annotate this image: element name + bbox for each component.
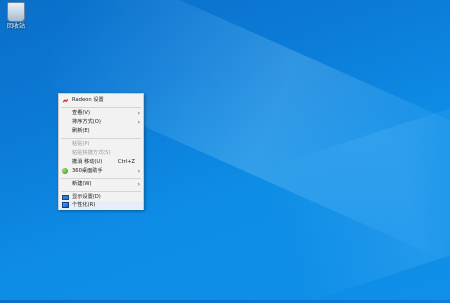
personalize-icon bbox=[62, 202, 69, 208]
menu-item-label: 新建(W) bbox=[72, 181, 92, 187]
menu-separator bbox=[61, 138, 141, 139]
display-icon bbox=[62, 194, 69, 200]
menu-item-new[interactable]: 新建(W) › bbox=[59, 180, 143, 189]
menu-item-label: 个性化(R) bbox=[72, 202, 96, 208]
menu-item-label: 粘贴快捷方式(S) bbox=[72, 150, 111, 156]
menu-item-label: 查看(V) bbox=[72, 110, 90, 116]
menu-item-paste: 粘贴(P) bbox=[59, 140, 143, 149]
recycle-bin-desktop-icon[interactable]: 回收站 bbox=[2, 2, 30, 30]
menu-item-label: 360桌面助手 bbox=[72, 168, 103, 174]
menu-item-radeon-settings[interactable]: Radeon 设置 bbox=[59, 96, 143, 105]
menu-item-label: Radeon 设置 bbox=[72, 97, 104, 103]
menu-separator bbox=[61, 178, 141, 179]
menu-item-undo-move[interactable]: 撤消 移动(U) Ctrl+Z bbox=[59, 158, 143, 167]
menu-separator bbox=[61, 107, 141, 108]
submenu-arrow-icon: › bbox=[137, 181, 140, 188]
radeon-icon bbox=[63, 98, 68, 103]
menu-item-360-desktop-assistant[interactable]: 360桌面助手 › bbox=[59, 167, 143, 176]
menu-item-label: 刷新(E) bbox=[72, 128, 90, 134]
menu-item-view[interactable]: 查看(V) › bbox=[59, 109, 143, 118]
menu-item-sort-by[interactable]: 排序方式(O) › bbox=[59, 118, 143, 127]
menu-item-label: 排序方式(O) bbox=[72, 119, 101, 125]
recycle-bin-icon bbox=[7, 2, 25, 22]
submenu-arrow-icon: › bbox=[137, 168, 140, 175]
menu-item-refresh[interactable]: 刷新(E) bbox=[59, 127, 143, 136]
menu-item-label: 粘贴(P) bbox=[72, 141, 90, 147]
menu-item-paste-shortcut: 粘贴快捷方式(S) bbox=[59, 149, 143, 158]
360-icon bbox=[62, 168, 68, 174]
menu-item-personalize[interactable]: 个性化(R) bbox=[59, 201, 143, 210]
menu-separator bbox=[61, 191, 141, 192]
menu-item-label: 撤消 移动(U) bbox=[72, 159, 103, 165]
menu-item-shortcut: Ctrl+Z bbox=[117, 159, 135, 165]
submenu-arrow-icon: › bbox=[137, 119, 140, 126]
desktop-icon-label: 回收站 bbox=[6, 23, 25, 30]
submenu-arrow-icon: › bbox=[137, 110, 140, 117]
desktop-context-menu: Radeon 设置 查看(V) › 排序方式(O) › 刷新(E) 粘贴(P) … bbox=[58, 93, 144, 210]
